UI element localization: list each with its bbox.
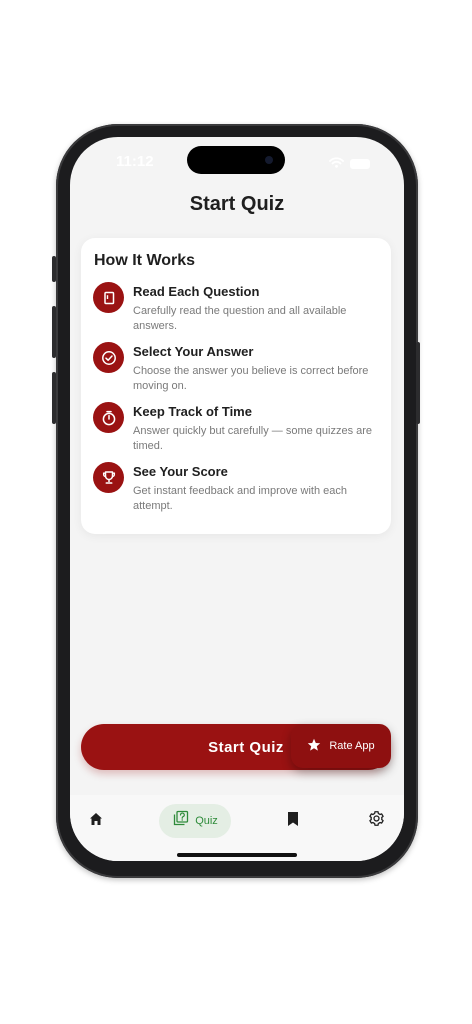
step-description: Carefully read the question and all avai… (133, 305, 347, 332)
timer-icon (93, 402, 124, 433)
rate-app-button[interactable]: Rate App (291, 724, 391, 768)
step-track-time: Keep Track of Time Answer quickly but ca… (93, 402, 383, 460)
home-indicator (177, 853, 297, 857)
step-description: Answer quickly but carefully — some quiz… (133, 425, 373, 452)
check-circle-icon (93, 342, 124, 373)
step-title: Read Each Question (133, 284, 260, 299)
page-title: Start Quiz (189, 193, 285, 215)
step-title: Select Your Answer (133, 344, 254, 359)
tab-quiz[interactable]: Quiz (159, 804, 231, 838)
step-title: See Your Score (133, 464, 228, 479)
volume-up-button (52, 306, 56, 358)
tab-home[interactable] (80, 804, 112, 838)
start-quiz-label: Start Quiz (208, 738, 284, 756)
wifi-icon (329, 155, 344, 173)
card-title: How It Works (94, 252, 196, 269)
step-description: Choose the answer you believe is correct… (133, 365, 369, 392)
quiz-icon (172, 810, 189, 832)
bottom-tab-bar: Quiz (70, 795, 404, 861)
status-time: 11:12 (116, 153, 154, 170)
rate-app-label: Rate App (329, 740, 375, 752)
step-read-question: Read Each Question Carefully read the qu… (93, 282, 383, 340)
dynamic-island (187, 146, 285, 174)
tab-bookmarks[interactable] (277, 804, 309, 838)
trophy-icon (93, 462, 124, 493)
power-button (416, 342, 420, 424)
battery-icon (350, 159, 370, 169)
bookmark-icon (286, 811, 300, 832)
step-select-answer: Select Your Answer Choose the answer you… (93, 342, 383, 400)
camera-icon (265, 156, 273, 164)
tab-quiz-label: Quiz (195, 815, 218, 827)
action-button (52, 256, 56, 282)
step-see-score: See Your Score Get instant feedback and … (93, 462, 383, 520)
app-screen: 11:12 Start Quiz How It Works Read Each … (70, 137, 404, 861)
gear-icon (368, 810, 385, 832)
step-title: Keep Track of Time (133, 404, 252, 419)
star-icon (307, 738, 321, 755)
step-description: Get instant feedback and improve with ea… (133, 485, 348, 512)
book-icon (93, 282, 124, 313)
volume-down-button (52, 372, 56, 424)
how-it-works-card: How It Works Read Each Question Carefull… (81, 238, 391, 534)
home-icon (88, 811, 104, 832)
status-icons (329, 155, 370, 173)
tab-settings[interactable] (360, 804, 392, 838)
